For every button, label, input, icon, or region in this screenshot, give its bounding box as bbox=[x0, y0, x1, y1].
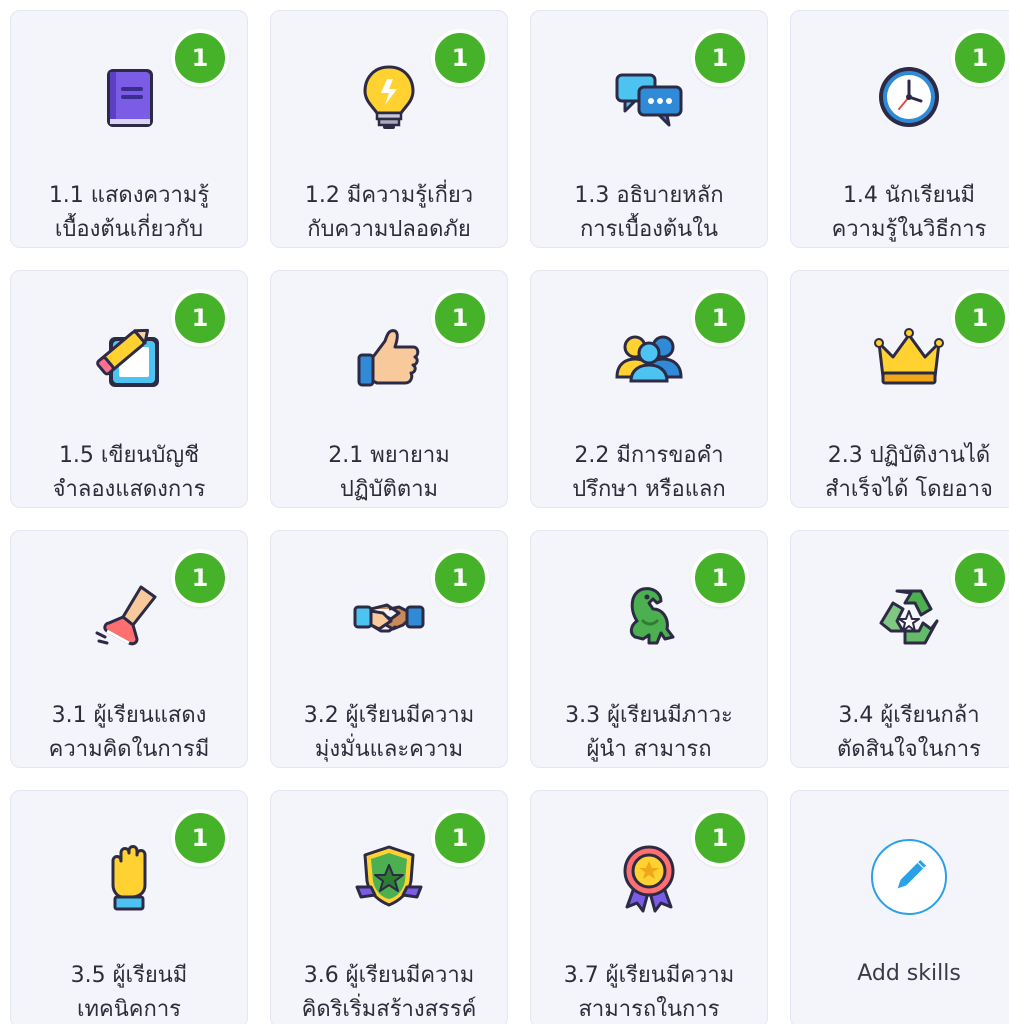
skill-label-line: 3.6 ผู้เรียนมีความ bbox=[303, 963, 475, 988]
crown-icon bbox=[873, 321, 945, 393]
skill-label-line: มุ่งมั่นและความ bbox=[314, 737, 464, 762]
skill-label-line: เทคนิคการ bbox=[77, 997, 181, 1022]
skill-label-line: การเบื้องต้นใน bbox=[579, 217, 719, 242]
dinosaur-icon bbox=[613, 581, 685, 653]
skill-label-line: 1.4 นักเรียนมี bbox=[842, 183, 976, 208]
book-icon bbox=[93, 61, 165, 133]
pencil-paper-icon bbox=[93, 321, 165, 393]
skill-card[interactable]: 1 3.6 ผู้เรียนมีความคิดริเริ่มสร้างสรรค์ bbox=[270, 790, 508, 1024]
skill-label: 3.7 ผู้เรียนมีความสามารถในการ bbox=[539, 959, 759, 1024]
skill-card[interactable]: 1 2.2 มีการขอคำปรึกษา หรือแลก bbox=[530, 270, 768, 508]
skill-label-line: ปฏิบัติตาม bbox=[339, 477, 439, 502]
skill-label-line: สามารถในการ bbox=[578, 997, 720, 1022]
chat-bubbles-icon bbox=[613, 61, 685, 133]
skill-label-line: 3.2 ผู้เรียนมีความ bbox=[303, 703, 475, 728]
skill-label: 1.5 เขียนบัญชีจำลองแสดงการ bbox=[19, 439, 239, 507]
skill-card[interactable]: 1 3.4 ผู้เรียนกล้าตัดสินใจในการ bbox=[790, 530, 1009, 768]
skill-label: 2.1 พยายามปฏิบัติตาม bbox=[279, 439, 499, 507]
skills-grid: 1 1.1 แสดงความรู้เบื้องต้นเกี่ยวกับ 1 1.2 ม… bbox=[0, 0, 1009, 1024]
points-badge: 1 bbox=[431, 809, 489, 867]
points-badge: 1 bbox=[951, 549, 1009, 607]
points-badge: 1 bbox=[171, 289, 229, 347]
points-badge: 1 bbox=[691, 29, 749, 87]
points-badge: 1 bbox=[691, 549, 749, 607]
clock-icon bbox=[873, 61, 945, 133]
skill-label-line: 2.3 ปฏิบัติงานได้ bbox=[827, 443, 991, 468]
skill-label-line: 3.3 ผู้เรียนมีภาวะ bbox=[565, 703, 733, 728]
skill-card[interactable]: 1 1.2 มีความรู้เกี่ยวกับความปลอดภัย bbox=[270, 10, 508, 248]
skill-label-line: เบื้องต้นเกี่ยวกับ bbox=[54, 217, 204, 242]
skill-label-line: ผู้นำ สามารถ bbox=[586, 737, 712, 762]
leg-sneaker-icon bbox=[93, 581, 165, 653]
add-skills-label: Add skills bbox=[857, 961, 961, 986]
skill-label-line: กับความปลอดภัย bbox=[307, 217, 471, 242]
skill-card[interactable]: 1 3.7 ผู้เรียนมีความสามารถในการ bbox=[530, 790, 768, 1024]
handshake-icon bbox=[353, 581, 425, 653]
skill-label-line: 3.7 ผู้เรียนมีความ bbox=[563, 963, 735, 988]
points-badge: 1 bbox=[951, 29, 1009, 87]
skill-card[interactable]: 1 1.1 แสดงความรู้เบื้องต้นเกี่ยวกับ bbox=[10, 10, 248, 248]
skill-card[interactable]: 1 2.3 ปฏิบัติงานได้สำเร็จได้ โดยอาจ bbox=[790, 270, 1009, 508]
skill-label-line: 1.2 มีความรู้เกี่ยว bbox=[304, 183, 474, 208]
skill-card[interactable]: 1 1.4 นักเรียนมีความรู้ในวิธีการ bbox=[790, 10, 1009, 248]
skill-label-line: 3.1 ผู้เรียนแสดง bbox=[51, 703, 207, 728]
raised-hand-icon bbox=[93, 841, 165, 913]
skill-label: 1.1 แสดงความรู้เบื้องต้นเกี่ยวกับ bbox=[19, 179, 239, 247]
skill-label: 3.2 ผู้เรียนมีความมุ่งมั่นและความ bbox=[279, 699, 499, 767]
skill-card[interactable]: 1 3.1 ผู้เรียนแสดงความคิดในการมี bbox=[10, 530, 248, 768]
thumbs-up-icon bbox=[353, 321, 425, 393]
skill-label: 2.2 มีการขอคำปรึกษา หรือแลก bbox=[539, 439, 759, 507]
skill-label: 3.5 ผู้เรียนมีเทคนิคการ bbox=[19, 959, 239, 1024]
points-badge: 1 bbox=[171, 29, 229, 87]
points-badge: 1 bbox=[431, 289, 489, 347]
points-badge: 1 bbox=[691, 289, 749, 347]
points-badge: 1 bbox=[951, 289, 1009, 347]
pencil-icon bbox=[871, 839, 947, 915]
skill-label: 1.4 นักเรียนมีความรู้ในวิธีการ bbox=[799, 179, 1009, 247]
add-skills-button[interactable]: Add skills bbox=[790, 790, 1009, 1024]
points-badge: 1 bbox=[431, 29, 489, 87]
skill-label-line: ความรู้ในวิธีการ bbox=[831, 217, 987, 242]
skill-label-line: จำลองแสดงการ bbox=[52, 477, 206, 502]
skill-label-line: คิดริเริ่มสร้างสรรค์ bbox=[301, 997, 477, 1022]
skill-label-line: 3.4 ผู้เรียนกล้า bbox=[838, 703, 980, 728]
points-badge: 1 bbox=[431, 549, 489, 607]
skill-label: 1.2 มีความรู้เกี่ยวกับความปลอดภัย bbox=[279, 179, 499, 247]
skill-card[interactable]: 1 3.5 ผู้เรียนมีเทคนิคการ bbox=[10, 790, 248, 1024]
award-medal-icon bbox=[613, 841, 685, 913]
people-icon bbox=[613, 321, 685, 393]
skill-label-line: 1.5 เขียนบัญชี bbox=[58, 443, 200, 468]
lightbulb-icon bbox=[353, 61, 425, 133]
skill-label-line: ความคิดในการมี bbox=[48, 737, 210, 762]
shield-star-icon bbox=[353, 841, 425, 913]
skill-label: 3.1 ผู้เรียนแสดงความคิดในการมี bbox=[19, 699, 239, 767]
skill-label-line: 3.5 ผู้เรียนมี bbox=[70, 963, 188, 988]
skill-card[interactable]: 1 1.3 อธิบายหลักการเบื้องต้นใน bbox=[530, 10, 768, 248]
skill-label: 2.3 ปฏิบัติงานได้สำเร็จได้ โดยอาจ bbox=[799, 439, 1009, 507]
skill-label-line: 1.1 แสดงความรู้ bbox=[48, 183, 210, 208]
recycle-icon bbox=[873, 581, 945, 653]
skill-card[interactable]: 1 2.1 พยายามปฏิบัติตาม bbox=[270, 270, 508, 508]
skill-label: 3.4 ผู้เรียนกล้าตัดสินใจในการ bbox=[799, 699, 1009, 767]
skill-label-line: 1.3 อธิบายหลัก bbox=[574, 183, 724, 208]
skill-label-line: ตัดสินใจในการ bbox=[837, 737, 981, 762]
skill-label: 3.6 ผู้เรียนมีความคิดริเริ่มสร้างสรรค์ bbox=[279, 959, 499, 1024]
skill-label-line: สำเร็จได้ โดยอาจ bbox=[825, 477, 993, 502]
points-badge: 1 bbox=[171, 549, 229, 607]
skill-card[interactable]: 1 1.5 เขียนบัญชีจำลองแสดงการ bbox=[10, 270, 248, 508]
points-badge: 1 bbox=[691, 809, 749, 867]
skill-label-line: 2.1 พยายาม bbox=[328, 443, 450, 468]
points-badge: 1 bbox=[171, 809, 229, 867]
skill-card[interactable]: 1 3.2 ผู้เรียนมีความมุ่งมั่นและความ bbox=[270, 530, 508, 768]
skill-card[interactable]: 1 3.3 ผู้เรียนมีภาวะผู้นำ สามารถ bbox=[530, 530, 768, 768]
skill-label: 3.3 ผู้เรียนมีภาวะผู้นำ สามารถ bbox=[539, 699, 759, 767]
skill-label-line: 2.2 มีการขอคำ bbox=[574, 443, 724, 468]
skill-label: 1.3 อธิบายหลักการเบื้องต้นใน bbox=[539, 179, 759, 247]
skill-label-line: ปรึกษา หรือแลก bbox=[572, 477, 726, 502]
